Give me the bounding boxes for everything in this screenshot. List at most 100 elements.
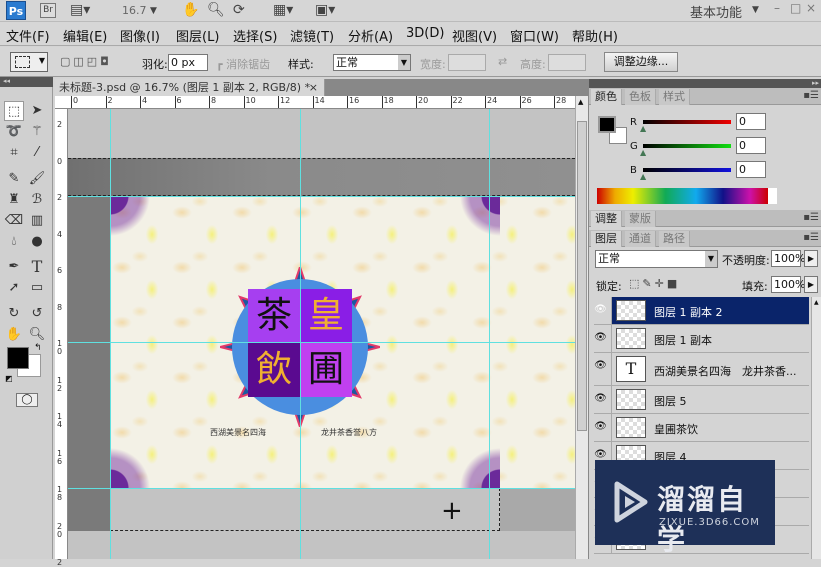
foreground-color-swatch[interactable] [7,347,29,369]
scroll-up-icon[interactable]: ▲ [578,98,583,106]
marquee-tool-icon[interactable]: ⬚ [4,101,24,121]
path-select-icon[interactable]: ➚ [4,278,24,298]
visibility-eye-icon[interactable]: 👁 [590,297,612,324]
tab-styles[interactable]: 样式 [659,89,690,105]
zoom-level[interactable]: 16.7 [122,4,147,17]
visibility-eye-icon[interactable]: 👁 [590,386,612,413]
layer-row[interactable]: 👁 图层 5 [590,386,809,414]
menu-window[interactable]: 窗口(W) [510,26,559,45]
g-input[interactable]: 0 [736,137,766,154]
zoom-dropdown-icon[interactable]: ▼ [150,6,157,16]
swap-colors-icon[interactable]: ↰ [34,343,42,353]
width-input[interactable] [448,54,486,71]
tab-masks[interactable]: 蒙版 [625,211,656,227]
crop-tool-icon[interactable]: ⌗ [4,143,24,163]
dodge-tool-icon[interactable]: ● [27,232,47,252]
menu-image[interactable]: 图像(I) [120,26,160,45]
fill-input[interactable]: 100% [771,276,805,293]
workspace-switcher[interactable]: 基本功能 [690,2,742,21]
tab-color[interactable]: 颜色 [591,89,622,105]
tab-paths[interactable]: 路径 [659,231,690,247]
menu-select[interactable]: 选择(S) [233,26,277,45]
tool-preset-picker[interactable]: ▼ [10,52,48,72]
foreground-color-swatch[interactable] [598,116,616,133]
panel-menu-icon[interactable]: ▪☰ [803,232,819,243]
close-tab-icon[interactable]: × [309,79,318,96]
visibility-eye-icon[interactable]: 👁 [590,353,612,385]
layer-row[interactable]: 👁 T 西湖美景名四海 龙井茶香... [590,353,809,386]
opacity-input[interactable]: 100% [771,250,805,267]
selection-mode-icons[interactable]: ▢◫◰◘ [60,55,112,68]
scrollbar-thumb[interactable] [577,121,587,431]
layer-row[interactable]: 👁 皇圃茶饮 [590,414,809,442]
magic-wand-icon[interactable]: ⚚ [27,122,47,142]
layers-scrollbar[interactable]: ▲ [811,297,821,559]
shape-tool-icon[interactable]: ▭ [27,278,47,298]
color-spectrum[interactable] [597,188,777,204]
eraser-icon[interactable]: ⌫ [4,211,24,231]
panel-menu-icon[interactable]: ▪☰ [803,212,819,223]
tab-adjustments[interactable]: 调整 [591,211,622,227]
eyedropper-icon[interactable]: ⁄ [27,143,47,163]
gradient-tool-icon[interactable]: ▥ [27,211,47,231]
default-colors-icon[interactable]: ◩ [5,374,13,383]
type-tool-icon[interactable]: T [27,257,47,277]
height-input[interactable] [548,54,586,71]
dock-collapse[interactable]: ▸▸ [589,79,821,88]
arrange-icon[interactable]: ▦▾ [273,2,293,18]
workspace-dropdown-icon[interactable]: ▼ [752,5,759,15]
blend-mode-select[interactable]: 正常 ▼ [595,250,718,268]
3d-orbit-icon[interactable]: ↺ [27,304,47,324]
refine-edge-button[interactable]: 调整边缘... [604,52,678,72]
swap-icon[interactable]: ⇄ [498,55,507,68]
bridge-button[interactable]: Br [40,3,56,18]
tab-layers[interactable]: 图层 [591,231,622,247]
canvas[interactable]: 茶 皇 飲 圃 西湖美景名四海 龙井茶香誉八方 + [68,109,575,559]
menu-layer[interactable]: 图层(L) [176,26,219,45]
layer-row[interactable]: 👁 图层 1 副本 2 [590,297,809,325]
slider-handle-icon[interactable]: ▲ [640,124,646,133]
lasso-tool-icon[interactable]: ➰ [4,122,24,142]
screen-icon[interactable]: ▣▾ [315,2,335,18]
slider-handle-icon[interactable]: ▲ [640,172,646,181]
history-brush-icon[interactable]: ℬ [27,190,47,210]
brush-tool-icon[interactable]: 🖌︎ [27,169,47,189]
zoom-tool-icon[interactable]: 🔍︎ [27,325,47,345]
antialias-checkbox[interactable]: ┏ 消除锯齿 [216,56,270,72]
menu-view[interactable]: 视图(V) [452,26,497,45]
menu-analysis[interactable]: 分析(A) [348,26,393,45]
tab-swatches[interactable]: 色板 [625,89,656,105]
clone-stamp-icon[interactable]: ♜ [4,190,24,210]
document-tab[interactable]: 未标题-3.psd @ 16.7% (图层 1 副本 2, RGB/8) * × [55,79,325,96]
scroll-up-icon[interactable]: ▲ [814,299,819,306]
r-slider[interactable] [643,120,731,124]
menu-help[interactable]: 帮助(H) [572,26,618,45]
rotate-view-icon[interactable]: ⟳ [233,2,245,18]
zoom-icon[interactable]: 🔍︎ [207,2,225,18]
style-select[interactable]: 正常 ▼ [333,54,411,71]
screen-mode-icon[interactable]: ▤▾ [70,2,90,18]
visibility-eye-icon[interactable]: 👁 [590,325,612,352]
menu-edit[interactable]: 编辑(E) [63,26,107,45]
hand-icon[interactable]: ✋ [182,2,199,18]
panel-menu-icon[interactable]: ▪☰ [803,90,819,101]
minimize-icon[interactable]: – [774,1,780,15]
feather-input[interactable]: 0 px [168,54,208,71]
g-slider[interactable] [643,144,731,148]
r-input[interactable]: 0 [736,113,766,130]
tab-channels[interactable]: 通道 [625,231,656,247]
close-icon[interactable]: × [806,1,816,15]
layer-row[interactable]: 👁 图层 1 副本 [590,325,809,353]
healing-brush-icon[interactable]: ✎ [4,169,24,189]
vertical-scrollbar[interactable]: ▲ [575,96,588,559]
visibility-eye-icon[interactable]: 👁 [590,414,612,441]
menu-3d[interactable]: 3D(D) [406,26,444,41]
b-slider[interactable] [643,168,731,172]
move-tool-icon[interactable]: ➤ [27,101,47,121]
maximize-icon[interactable]: □ [790,1,801,15]
fill-slider-arrow-icon[interactable]: ▶ [804,276,818,293]
opacity-slider-arrow-icon[interactable]: ▶ [804,250,818,267]
quick-mask-icon[interactable]: ◯ [16,393,38,407]
slider-handle-icon[interactable]: ▲ [640,148,646,157]
menu-file[interactable]: 文件(F) [6,26,50,45]
